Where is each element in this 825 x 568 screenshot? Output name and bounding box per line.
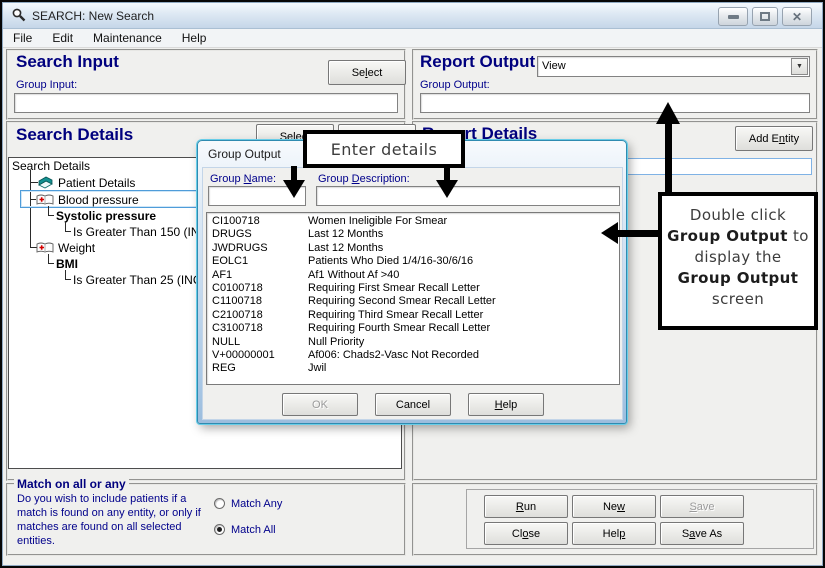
menu-edit[interactable]: Edit: [42, 30, 83, 46]
group-output-field[interactable]: [420, 93, 810, 113]
group-output-dialog: Group Output Group Name: Group Descripti…: [197, 140, 627, 424]
group-description-field[interactable]: [316, 186, 620, 206]
new-button[interactable]: New: [572, 495, 656, 518]
enter-details-text: Enter details: [331, 140, 438, 159]
match-all-radio[interactable]: [214, 524, 225, 535]
save-as-button[interactable]: Save As: [660, 522, 744, 545]
save-button[interactable]: Save: [660, 495, 744, 518]
cancel-button[interactable]: Cancel: [375, 393, 451, 416]
arrow-to-group-name: [283, 180, 305, 198]
dialog-title: Group Output: [208, 147, 281, 161]
match-all-label[interactable]: Match All: [231, 524, 276, 536]
group-list-item[interactable]: C2100718Requiring Third Smear Recall Let…: [207, 309, 619, 322]
group-list-item[interactable]: AF1Af1 Without Af >40: [207, 269, 619, 282]
group-list-item[interactable]: C1100718Requiring Second Smear Recall Le…: [207, 295, 619, 308]
group-list-item[interactable]: EOLC1Patients Who Died 1/4/16-30/6/16: [207, 255, 619, 268]
group-description-label: Group Description:: [318, 173, 410, 185]
match-any-label[interactable]: Match Any: [231, 498, 282, 510]
close-button[interactable]: ✕: [782, 7, 812, 26]
search-details-heading: Search Details: [16, 125, 133, 145]
arrow-to-group-name: [291, 166, 297, 180]
arrow-to-group-output-field: [665, 124, 672, 193]
minimize-icon: [728, 15, 739, 19]
menu-file[interactable]: File: [3, 30, 42, 46]
group-name-label: Group Name:: [210, 173, 276, 185]
close-action-button[interactable]: Close: [484, 522, 568, 545]
arrow-to-group-description: [444, 166, 450, 180]
add-entity-button[interactable]: Add Entity: [735, 126, 813, 151]
close-icon: ✕: [792, 10, 802, 24]
double-click-callout-text: Double clickGroup Output todisplay theGr…: [662, 196, 814, 310]
group-output-label: Group Output:: [420, 79, 490, 91]
search-window-icon: [11, 7, 27, 23]
maximize-button[interactable]: [752, 7, 778, 26]
group-list-item[interactable]: CI100718Women Ineligible For Smear: [207, 215, 619, 228]
arrow-to-group-output-field: [656, 102, 680, 124]
group-list-item[interactable]: V+00000001Af006: Chads2-Vasc Not Recorde…: [207, 349, 619, 362]
maximize-icon: [760, 12, 770, 21]
arrow-to-group-list: [601, 222, 618, 244]
match-any-radio[interactable]: [214, 498, 225, 509]
arrow-to-group-description: [436, 180, 458, 198]
group-input-field[interactable]: [14, 93, 398, 113]
tree-item-patient-details[interactable]: Patient Details: [58, 176, 135, 190]
dialog-help-button[interactable]: Help: [468, 393, 544, 416]
chevron-down-icon: ▼: [796, 63, 803, 70]
run-button[interactable]: Run: [484, 495, 568, 518]
menubar: File Edit Maintenance Help: [3, 29, 822, 48]
tree-connector: [65, 222, 71, 232]
group-input-label: Group Input:: [16, 79, 77, 91]
group-list-item[interactable]: C3100718Requiring Fourth Smear Recall Le…: [207, 322, 619, 335]
tree-item-greater-25[interactable]: Is Greater Than 25 (INC): [73, 273, 206, 287]
menu-maintenance[interactable]: Maintenance: [83, 30, 172, 46]
tree-item-greater-150[interactable]: Is Greater Than 150 (INC): [73, 225, 212, 239]
group-output-list[interactable]: CI100718Women Ineligible For SmearDRUGSL…: [206, 212, 620, 385]
tree-item-blood-pressure[interactable]: Blood pressure: [58, 193, 139, 207]
tree-item-weight[interactable]: Weight: [58, 241, 95, 255]
menu-help[interactable]: Help: [172, 30, 217, 46]
tree-connector: [65, 270, 71, 280]
tree-connector: [48, 206, 54, 216]
view-dropdown-value: View: [542, 60, 566, 72]
help-button[interactable]: Help: [572, 522, 656, 545]
tree-root-label: Search Details: [12, 159, 90, 173]
group-list-item[interactable]: REGJwil: [207, 362, 619, 375]
select-button[interactable]: Select: [328, 60, 406, 85]
ok-button[interactable]: OK: [282, 393, 358, 416]
tree-connector: [48, 254, 54, 264]
tree-item-bmi[interactable]: BMI: [56, 257, 78, 271]
group-list-item[interactable]: NULLNull Priority: [207, 336, 619, 349]
report-output-heading: Report Output: [420, 52, 535, 72]
match-legend: Match on all or any: [14, 477, 129, 491]
group-list-item[interactable]: DRUGSLast 12 Months: [207, 228, 619, 241]
minimize-button[interactable]: [718, 7, 748, 26]
view-dropdown[interactable]: View ▼: [537, 56, 810, 77]
enter-details-callout: Enter details: [303, 130, 465, 168]
group-list-item[interactable]: C0100718Requiring First Smear Recall Let…: [207, 282, 619, 295]
search-input-heading: Search Input: [16, 52, 119, 72]
dropdown-arrow-button[interactable]: ▼: [791, 58, 808, 75]
tree-item-systolic-pressure[interactable]: Systolic pressure: [56, 209, 156, 223]
group-list-item[interactable]: JWDRUGSLast 12 Months: [207, 242, 619, 255]
arrow-to-group-list: [617, 230, 659, 237]
double-click-callout: Double clickGroup Output todisplay theGr…: [658, 192, 818, 330]
match-description: Do you wish to include patients if a mat…: [17, 492, 215, 548]
window-title: SEARCH: New Search: [32, 9, 154, 23]
